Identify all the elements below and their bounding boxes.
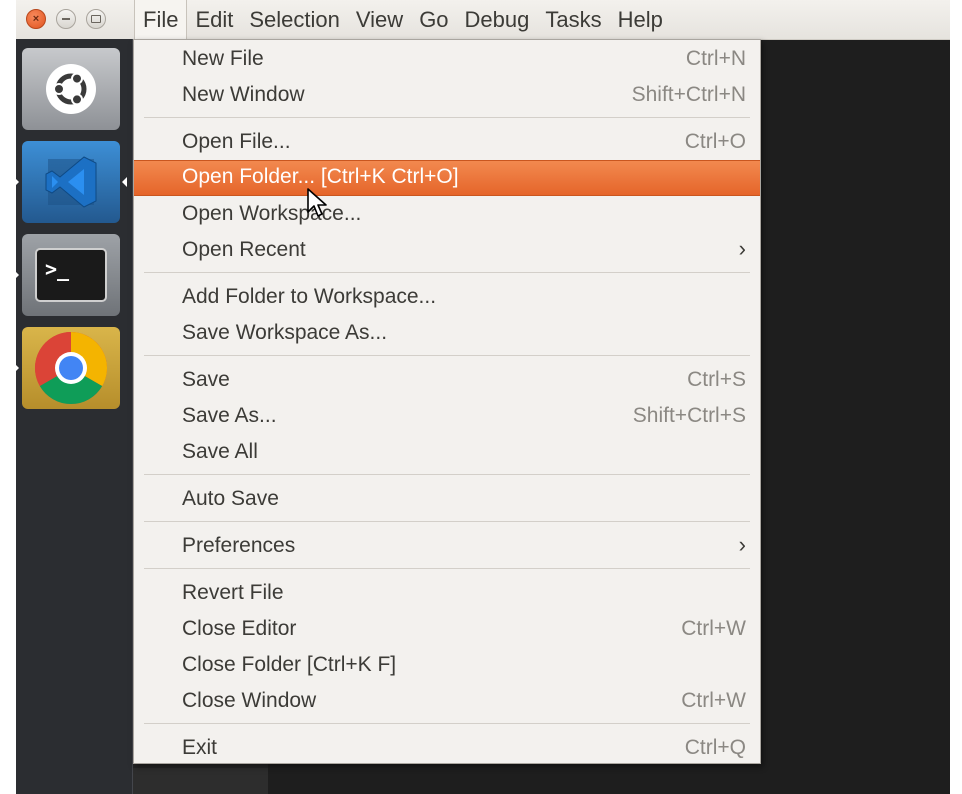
menu-item-preferences[interactable]: Preferences ›: [134, 529, 760, 563]
maximize-icon[interactable]: [86, 9, 106, 29]
menu-separator: [144, 272, 750, 273]
desktop-screen: × File Edit Selection View Go Debug Task…: [16, 0, 950, 794]
menu-item-label: Open File...: [182, 130, 291, 153]
menu-item-label: Open Folder... [Ctrl+K Ctrl+O]: [182, 165, 459, 188]
menu-item-new-window[interactable]: New Window Shift+Ctrl+N: [134, 78, 760, 112]
menu-item-label: Add Folder to Workspace...: [182, 285, 437, 308]
menu-item-exit[interactable]: Exit Ctrl+Q: [134, 731, 760, 765]
menu-separator: [144, 568, 750, 569]
chevron-right-icon: ›: [738, 532, 746, 557]
menu-item-open-file[interactable]: Open File... Ctrl+O: [134, 125, 760, 159]
close-icon[interactable]: ×: [26, 9, 46, 29]
chrome-logo: [34, 332, 108, 405]
menu-item-label: Save Workspace As...: [182, 321, 388, 344]
menu-view[interactable]: View: [348, 0, 411, 39]
menu-item-label: Save All: [182, 440, 258, 463]
menu-item-revert-file[interactable]: Revert File: [134, 576, 760, 610]
ubuntu-dash-icon[interactable]: [22, 48, 120, 130]
vscode-icon[interactable]: [22, 141, 120, 223]
minimize-icon[interactable]: [56, 9, 76, 29]
launcher-pip-right: [122, 177, 127, 187]
menu-item-label: Close Folder [Ctrl+K F]: [182, 653, 397, 676]
menu-separator: [144, 117, 750, 118]
menu-file[interactable]: File: [134, 0, 188, 39]
file-menu-dropdown: New File Ctrl+N New Window Shift+Ctrl+N …: [133, 39, 761, 764]
menu-item-shortcut: Ctrl+W: [681, 617, 746, 640]
menu-item-label: New File: [182, 47, 264, 70]
menu-separator: [144, 474, 750, 475]
menu-item-label: Exit: [182, 736, 218, 759]
menu-selection[interactable]: Selection: [241, 0, 348, 39]
menu-item-save-all[interactable]: Save All: [134, 435, 760, 469]
menu-item-shortcut: Ctrl+Q: [684, 736, 746, 759]
menu-item-save[interactable]: Save Ctrl+S: [134, 363, 760, 397]
menu-item-close-window[interactable]: Close Window Ctrl+W: [134, 684, 760, 718]
close-x-glyph: ×: [32, 12, 40, 25]
menu-item-close-folder[interactable]: Close Folder [Ctrl+K F]: [134, 648, 760, 682]
menu-debug[interactable]: Debug: [457, 0, 538, 39]
menu-item-shortcut: Ctrl+O: [684, 130, 746, 153]
menu-item-shortcut: Shift+Ctrl+S: [632, 404, 746, 427]
menu-item-shortcut: Shift+Ctrl+N: [631, 83, 746, 106]
menu-item-label: Auto Save: [182, 487, 279, 510]
menu-help[interactable]: Help: [610, 0, 671, 39]
menu-item-label: Revert File: [182, 581, 284, 604]
launcher-pip-chrome: [16, 363, 19, 373]
svg-text:>_: >_: [45, 257, 70, 281]
menu-tasks[interactable]: Tasks: [537, 0, 609, 39]
menu-item-open-folder[interactable]: Open Folder... [Ctrl+K Ctrl+O]: [134, 160, 760, 196]
menu-item-label: Close Window: [182, 689, 317, 712]
terminal-logo: >_: [35, 248, 107, 302]
menu-separator: [144, 355, 750, 356]
app-menubar: File Edit Selection View Go Debug Tasks …: [134, 0, 671, 39]
menu-item-label: Close Editor: [182, 617, 297, 640]
top-menubar: × File Edit Selection View Go Debug Task…: [16, 0, 950, 40]
menu-item-shortcut: Ctrl+S: [687, 368, 746, 391]
ubuntu-logo: [46, 64, 96, 114]
menu-item-open-workspace[interactable]: Open Workspace...: [134, 197, 760, 231]
menu-item-open-recent[interactable]: Open Recent ›: [134, 233, 760, 267]
menu-item-label: Save: [182, 368, 230, 391]
mouse-pointer-icon: [307, 188, 327, 217]
menu-separator: [144, 723, 750, 724]
launcher-pip-left: [16, 177, 19, 187]
menu-item-add-folder-to-workspace[interactable]: Add Folder to Workspace...: [134, 280, 760, 314]
menu-item-new-file[interactable]: New File Ctrl+N: [134, 42, 760, 76]
menu-item-shortcut: Ctrl+N: [685, 47, 746, 70]
menu-item-save-as[interactable]: Save As... Shift+Ctrl+S: [134, 399, 760, 433]
menu-item-label: Open Workspace...: [182, 202, 362, 225]
menu-separator: [144, 521, 750, 522]
chrome-icon[interactable]: [22, 327, 120, 409]
unity-launcher: >_: [16, 39, 133, 794]
menu-item-label: Save As...: [182, 404, 277, 427]
editor-tab-strip: [133, 768, 268, 794]
menu-item-label: New Window: [182, 83, 305, 106]
maximize-glyph: [91, 15, 101, 23]
menu-go[interactable]: Go: [411, 0, 456, 39]
menu-item-label: Preferences: [182, 534, 296, 557]
launcher-pip-terminal: [16, 270, 19, 280]
vscode-logo: [45, 156, 97, 208]
terminal-icon[interactable]: >_: [22, 234, 120, 316]
menu-item-label: Open Recent: [182, 238, 306, 261]
menu-edit[interactable]: Edit: [187, 0, 241, 39]
chevron-right-icon: ›: [738, 236, 746, 261]
menu-item-save-workspace-as[interactable]: Save Workspace As...: [134, 316, 760, 350]
minimize-glyph: [62, 18, 70, 20]
menu-item-auto-save[interactable]: Auto Save: [134, 482, 760, 516]
menu-item-close-editor[interactable]: Close Editor Ctrl+W: [134, 612, 760, 646]
menu-item-shortcut: Ctrl+W: [681, 689, 746, 712]
